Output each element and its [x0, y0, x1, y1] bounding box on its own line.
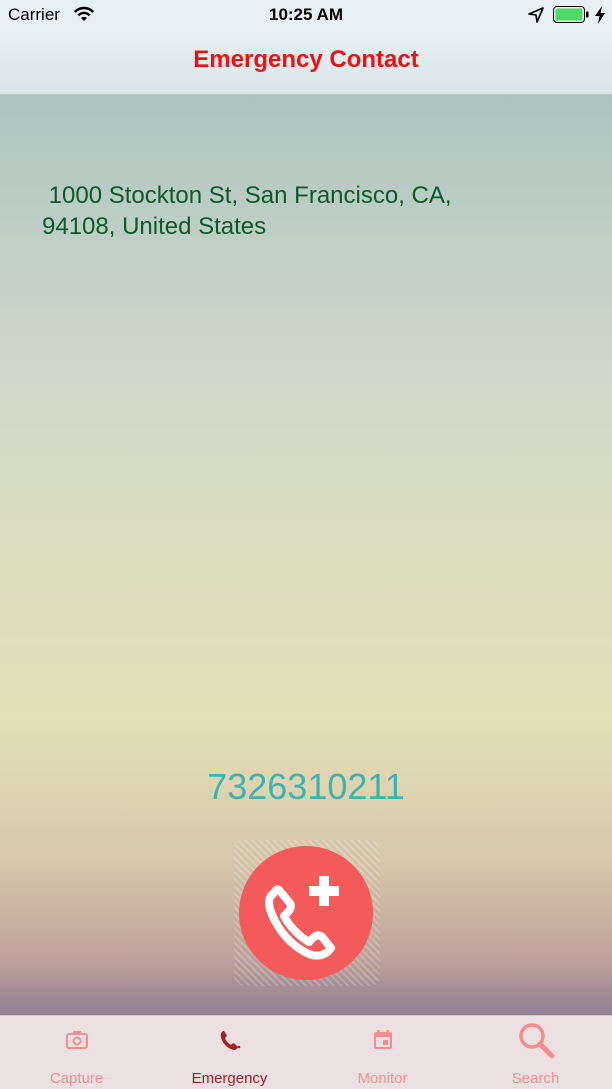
status-bar: Carrier 10:25 AM [0, 0, 612, 30]
tab-capture[interactable]: Capture [0, 1016, 153, 1089]
tab-emergency-label: Emergency [191, 1070, 268, 1087]
contact-address: 1000 Stockton St, San Francisco, CA, 941… [42, 182, 452, 240]
charging-bolt-icon [594, 6, 606, 24]
page-title: Emergency Contact [193, 46, 419, 73]
phone-plus-icon [265, 876, 339, 960]
tab-monitor[interactable]: Monitor [306, 1016, 459, 1089]
tab-monitor-label: Monitor [357, 1070, 408, 1087]
emergency-phone-number[interactable]: 7326310211 [0, 766, 612, 808]
tab-capture-label: Capture [49, 1070, 104, 1087]
status-time: 10:25 AM [268, 5, 343, 24]
location-arrow-icon [528, 7, 544, 23]
emergency-call-button[interactable] [239, 846, 373, 980]
calendar-icon [306, 1028, 459, 1062]
battery-icon [553, 6, 589, 23]
camera-icon [0, 1028, 153, 1062]
tab-emergency[interactable]: Emergency [153, 1016, 306, 1089]
phone-dots-icon [153, 1028, 306, 1062]
tab-search-label: Search [511, 1070, 560, 1087]
app-screen: Carrier 10:25 AM Emergency Contact 1000 … [0, 0, 612, 1089]
tab-bar: Capture Emergency Monitor Search [0, 1015, 612, 1089]
search-icon [459, 1020, 612, 1059]
tab-search[interactable]: Search [459, 1016, 612, 1089]
navigation-bar: Emergency Contact [0, 30, 612, 95]
